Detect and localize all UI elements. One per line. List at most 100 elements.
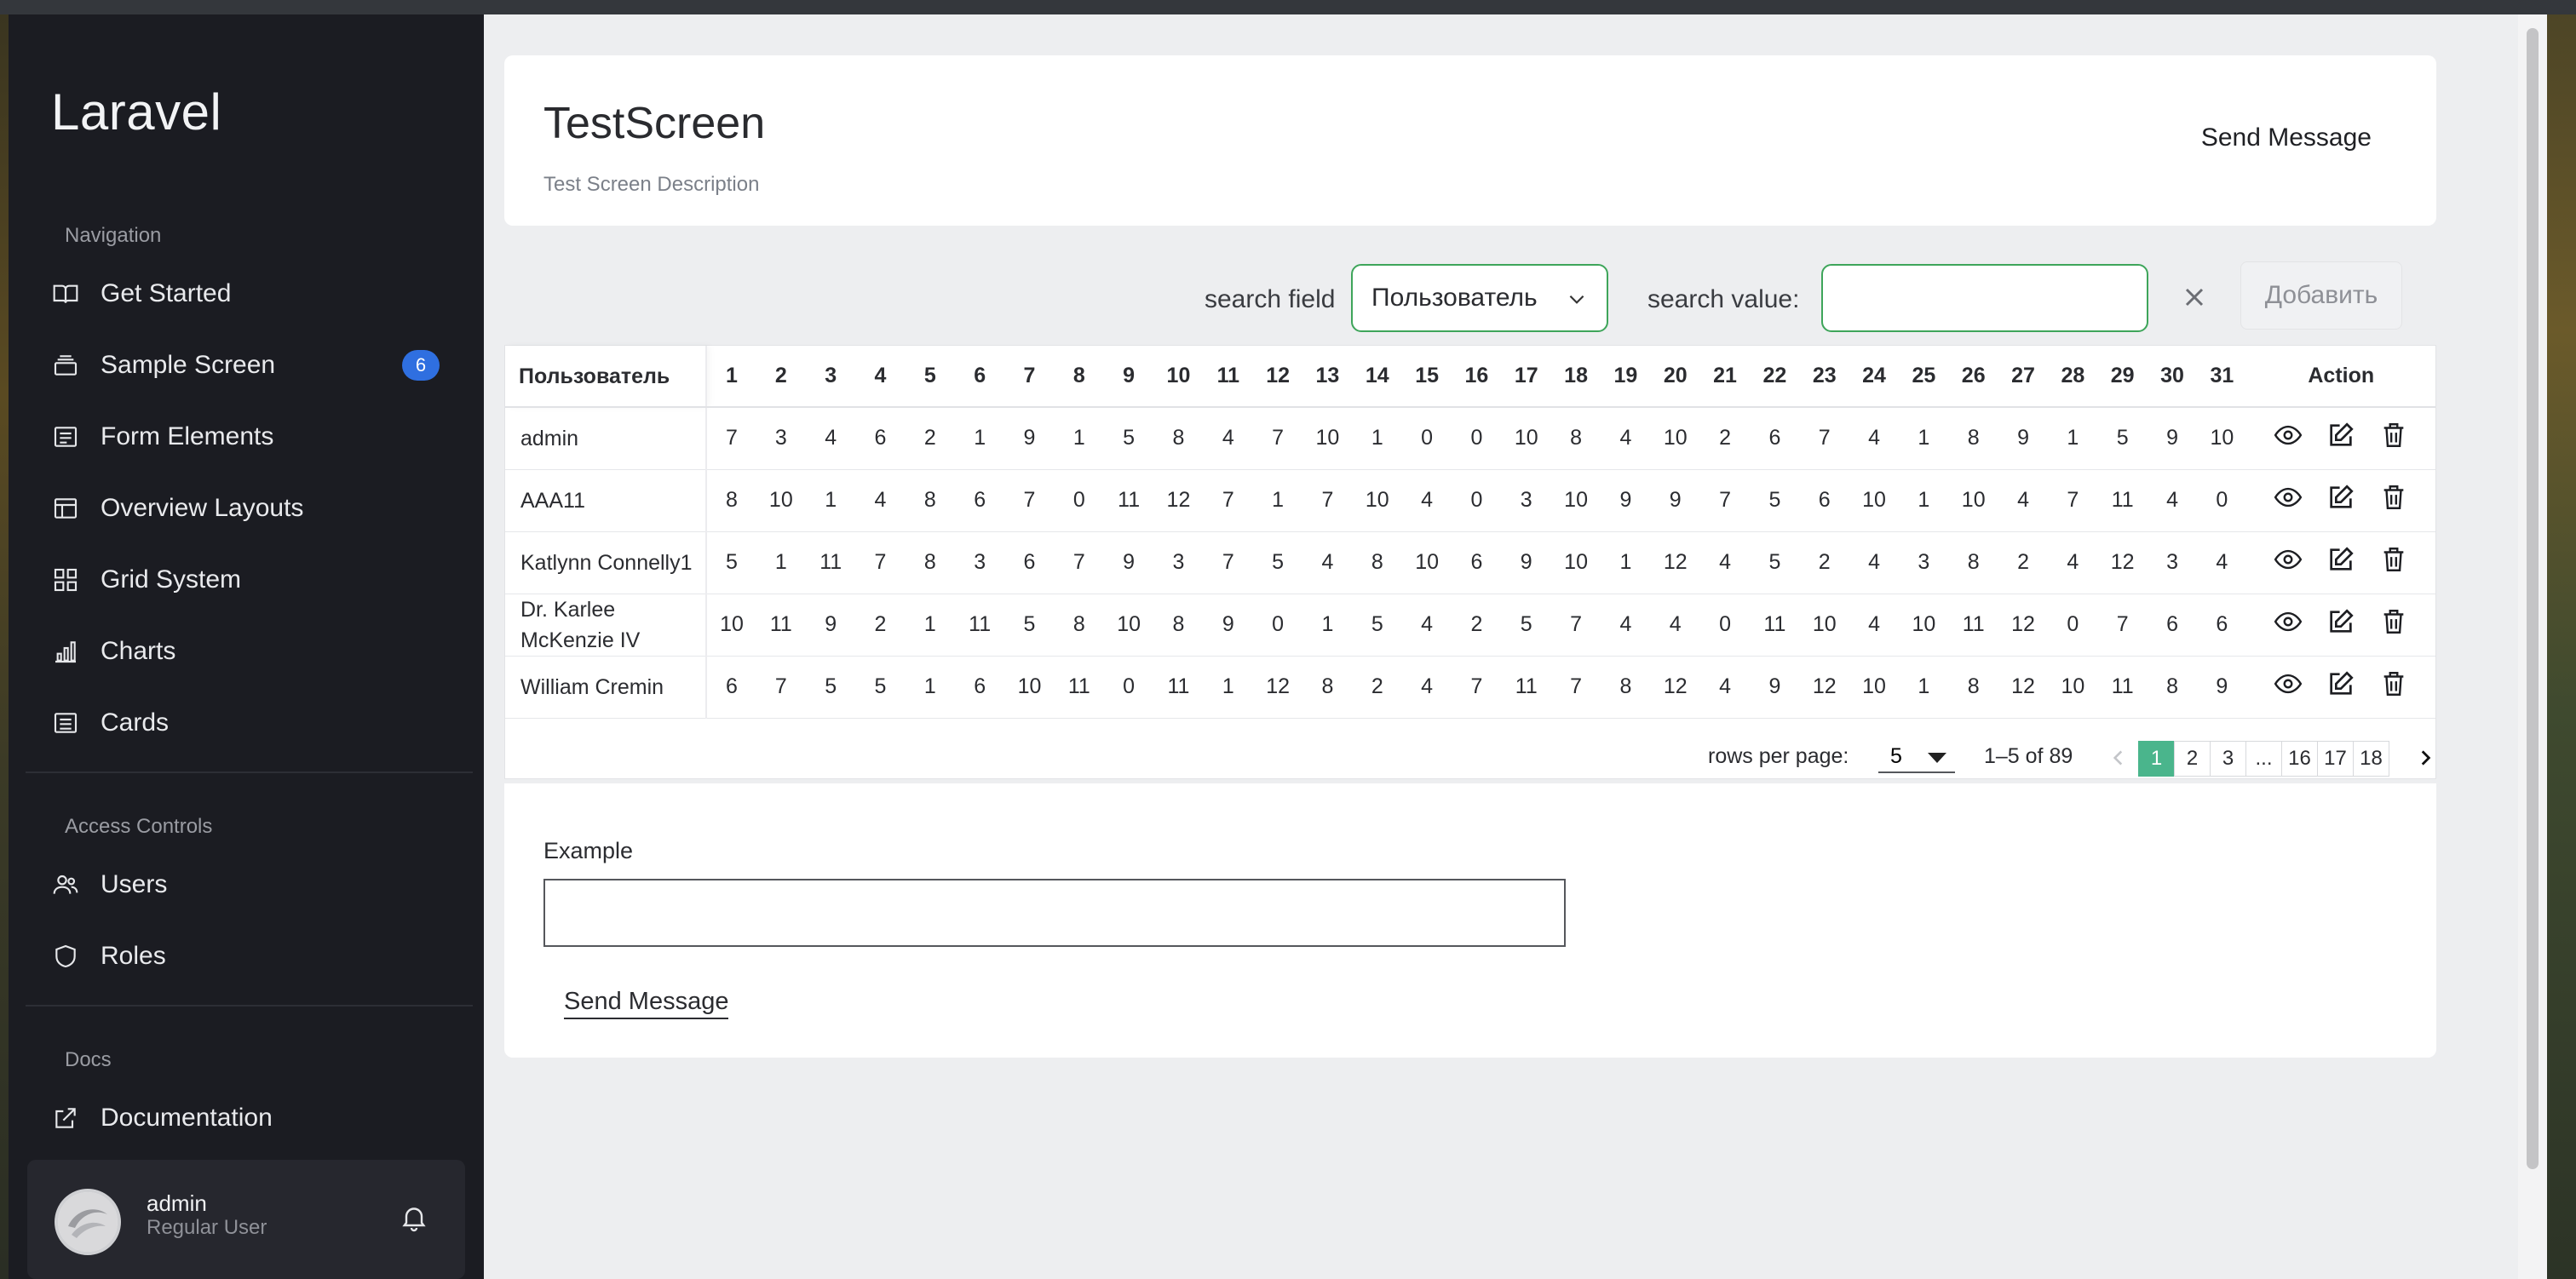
column-header-day[interactable]: 4: [855, 346, 906, 408]
trash-icon[interactable]: [2379, 669, 2408, 704]
column-header-day[interactable]: 17: [1501, 346, 1551, 408]
sidebar-item-documentation[interactable]: Documentation: [43, 1093, 460, 1144]
day-value-cell: 10: [1849, 469, 1900, 532]
sidebar-item-cards[interactable]: Cards: [43, 697, 460, 748]
sidebar-item-get-started[interactable]: Get Started: [43, 268, 460, 319]
day-value-cell: 1: [2048, 407, 2098, 470]
scrollbar-thumb[interactable]: [2527, 28, 2539, 1169]
column-header-day[interactable]: 1: [706, 346, 756, 408]
rows-per-page-value: 5: [1890, 744, 1902, 768]
sidebar-item-overview-layouts[interactable]: Overview Layouts: [43, 483, 460, 534]
column-header-day[interactable]: 3: [806, 346, 856, 408]
clear-search-button[interactable]: [2176, 278, 2213, 316]
form-send-message-button[interactable]: Send Message: [564, 988, 729, 1019]
column-header-day[interactable]: 24: [1849, 346, 1900, 408]
column-header-day[interactable]: 23: [1799, 346, 1849, 408]
page-ellipsis: ...: [2245, 741, 2282, 777]
trash-icon[interactable]: [2379, 545, 2408, 580]
column-header-day[interactable]: 25: [1899, 346, 1949, 408]
next-page-button[interactable]: [2413, 741, 2437, 775]
table-row[interactable]: AAA11 8 10 1 4 8 6 7 0 11 12 7 1 7 10 4 0 3 10 9 9 7 5 6 10 1 10 4 7…: [505, 469, 2435, 532]
day-value-cell: 8: [905, 531, 955, 594]
day-value-cell: 5: [806, 656, 856, 719]
page-button[interactable]: 17: [2317, 741, 2354, 777]
sidebar: Laravel Navigation Get Started Sample Sc…: [9, 14, 484, 1279]
column-header-day[interactable]: 30: [2147, 346, 2198, 408]
sidebar-item-label: Sample Screen: [101, 351, 276, 379]
column-header-day[interactable]: 20: [1650, 346, 1700, 408]
table-row[interactable]: William Cremin 6 7 5 5 1 6 10 11 0 11 1 12 8 2 4 7 11 7 8 12…: [505, 656, 2435, 719]
column-header-day[interactable]: 9: [1103, 346, 1154, 408]
column-header-day[interactable]: 8: [1054, 346, 1104, 408]
add-button[interactable]: Добавить: [2240, 261, 2402, 330]
page-button[interactable]: 18: [2353, 741, 2389, 777]
edit-icon[interactable]: [2326, 421, 2355, 456]
stack-icon: [51, 351, 80, 380]
eye-icon[interactable]: [2274, 607, 2303, 642]
column-header-user[interactable]: Пользователь: [505, 346, 708, 408]
sidebar-item-users[interactable]: Users: [43, 859, 460, 910]
column-header-day[interactable]: 6: [954, 346, 1005, 408]
column-header-day[interactable]: 16: [1452, 346, 1502, 408]
header-send-message-button[interactable]: Send Message: [2201, 123, 2372, 152]
edit-icon[interactable]: [2326, 545, 2355, 580]
sidebar-item-grid-system[interactable]: Grid System: [43, 554, 460, 605]
eye-icon[interactable]: [2274, 483, 2303, 518]
column-header-day[interactable]: 12: [1252, 346, 1303, 408]
day-value-cell: 7: [1699, 469, 1751, 532]
page-scrollbar[interactable]: [2518, 14, 2547, 1279]
eye-icon[interactable]: [2274, 669, 2303, 704]
brand-logo[interactable]: Laravel: [51, 83, 221, 141]
column-header-day[interactable]: 13: [1302, 346, 1353, 408]
column-header-day[interactable]: 22: [1750, 346, 1800, 408]
day-value-cell: 0: [2048, 594, 2098, 657]
day-value-cell: 10: [2197, 407, 2247, 470]
user-profile-card[interactable]: admin Regular User: [27, 1160, 465, 1279]
column-header-day[interactable]: 15: [1401, 346, 1452, 408]
column-header-day[interactable]: 31: [2197, 346, 2247, 408]
column-header-day[interactable]: 14: [1352, 346, 1402, 408]
prev-page-button[interactable]: [2107, 741, 2130, 775]
column-header-day[interactable]: 26: [1948, 346, 1998, 408]
edit-icon[interactable]: [2326, 483, 2355, 518]
column-header-day[interactable]: 11: [1203, 346, 1253, 408]
trash-icon[interactable]: [2379, 421, 2408, 456]
table-row[interactable]: admin 7 3 4 6 2 1 9 1 5 8 4 7 10 1 0 0 10 8 4 10 2 6 7 4 1 8 9 1 5 9 10: [505, 407, 2435, 470]
edit-icon[interactable]: [2326, 669, 2355, 704]
column-header-day[interactable]: 19: [1601, 346, 1651, 408]
sidebar-item-charts[interactable]: Charts: [43, 626, 460, 677]
column-header-day[interactable]: 29: [2097, 346, 2148, 408]
table-row[interactable]: Dr. Karlee McKenzie IV 10 11 9 2 1 11 5 8 10 8 9 0 1 5…: [505, 594, 2435, 657]
day-value-cell: 0: [1452, 469, 1502, 532]
edit-icon[interactable]: [2326, 607, 2355, 642]
page-button[interactable]: 1: [2138, 741, 2175, 777]
column-header-day[interactable]: 18: [1550, 346, 1601, 408]
rows-per-page-select[interactable]: 5: [1878, 741, 1955, 773]
example-input[interactable]: [543, 879, 1566, 947]
eye-icon[interactable]: [2274, 421, 2303, 456]
page-button[interactable]: 3: [2210, 741, 2246, 777]
page-button[interactable]: 2: [2174, 741, 2211, 777]
page-button[interactable]: 16: [2281, 741, 2318, 777]
column-header-day[interactable]: 27: [1998, 346, 2049, 408]
column-header-day[interactable]: 28: [2048, 346, 2098, 408]
sidebar-item-sample-screen[interactable]: Sample Screen 6: [43, 340, 460, 391]
sidebar-item-form-elements[interactable]: Form Elements: [43, 411, 460, 462]
day-value-cell: 7: [2097, 594, 2148, 657]
day-value-cell: 6: [706, 656, 756, 719]
column-header-day[interactable]: 7: [1004, 346, 1055, 408]
eye-icon[interactable]: [2274, 545, 2303, 580]
day-value-cell: 0: [1401, 407, 1452, 470]
search-value-input[interactable]: [1821, 264, 2148, 332]
column-header-day[interactable]: 10: [1153, 346, 1204, 408]
trash-icon[interactable]: [2379, 607, 2408, 642]
column-header-day[interactable]: 2: [756, 346, 806, 408]
column-header-day[interactable]: 21: [1699, 346, 1751, 408]
trash-icon[interactable]: [2379, 483, 2408, 518]
day-value-cell: 2: [1452, 594, 1502, 657]
table-row[interactable]: Katlynn Connelly1 5 1 11 7 8 3 6 7 9 3 7 5 4 8 10 6 9 10 1 1…: [505, 531, 2435, 594]
sidebar-item-roles[interactable]: Roles: [43, 931, 460, 982]
bell-icon[interactable]: [399, 1202, 429, 1233]
column-header-day[interactable]: 5: [905, 346, 955, 408]
search-field-select[interactable]: Пользователь: [1351, 264, 1608, 332]
